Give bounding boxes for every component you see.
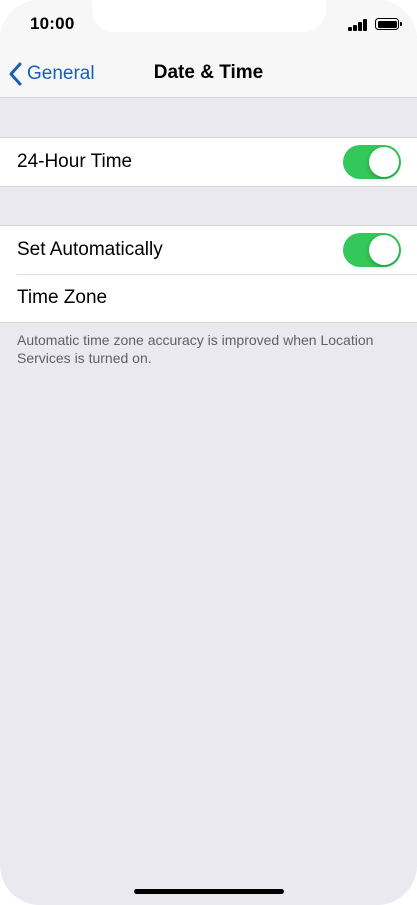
status-time: 10:00 [30,14,75,33]
row-label: Time Zone [17,287,108,308]
top-bar: 10:00 General Date & Time [0,0,417,98]
time-zone-footnote: Automatic time zone accuracy is improved… [17,332,374,366]
home-indicator[interactable] [134,889,284,894]
settings-group-1: 24-Hour Time [0,137,417,187]
row-label: 24-Hour Time [17,151,133,172]
battery-icon [375,18,402,30]
toggle-knob [369,235,399,265]
set-automatically-toggle[interactable] [343,233,401,267]
toggle-knob [369,147,399,177]
row-set-automatically: Set Automatically [0,226,417,274]
settings-screen: 10:00 General Date & Time 24-Hour Time S… [0,0,417,905]
cellular-signal-icon [348,19,368,31]
24-hour-time-toggle[interactable] [343,145,401,179]
notch [92,0,326,32]
row-24-hour-time: 24-Hour Time [0,138,417,186]
settings-group-2: Set Automatically Time Zone [0,225,417,323]
page-title: Date & Time [153,62,264,83]
row-label: Set Automatically [17,239,163,260]
row-time-zone[interactable]: Time Zone [0,274,417,322]
